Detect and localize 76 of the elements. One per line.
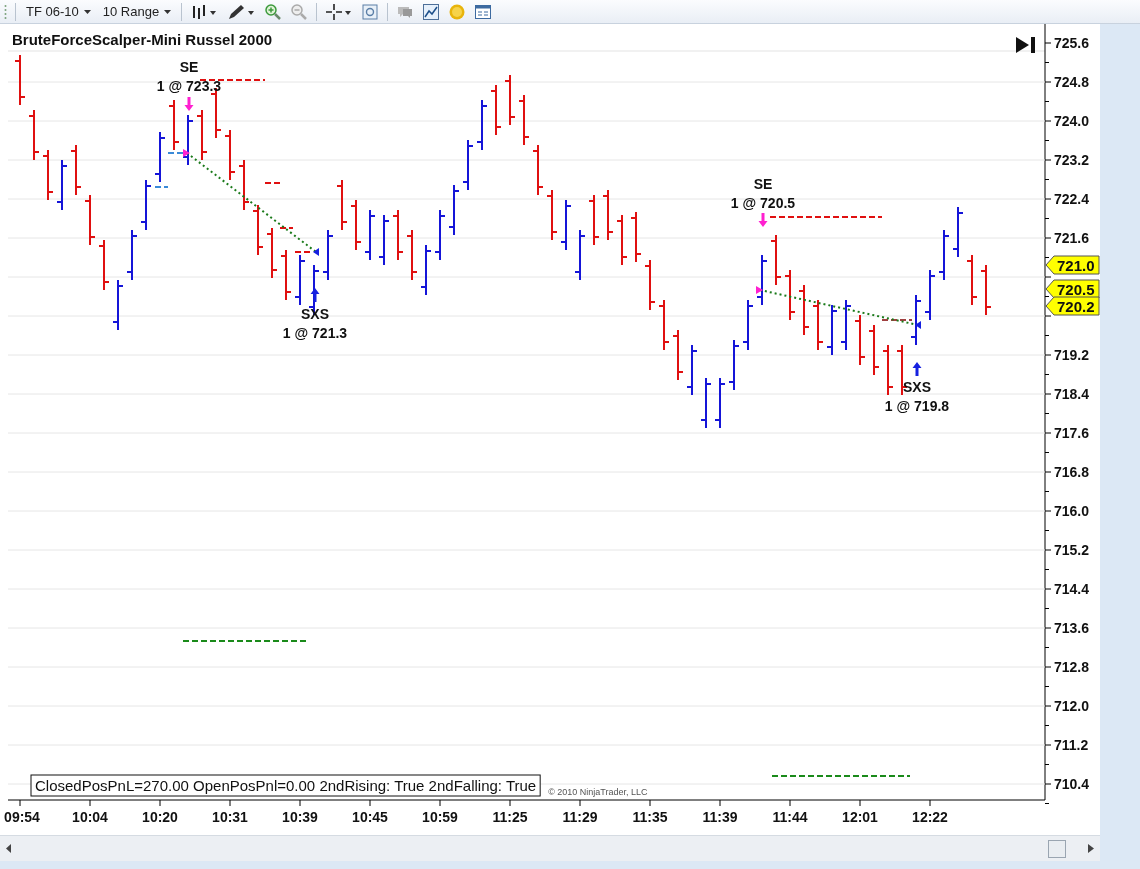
time-axis-label: 09:54 xyxy=(4,809,40,825)
stop-level-line xyxy=(199,79,266,81)
time-axis-label: 11:25 xyxy=(492,809,528,825)
time-axis-label: 11:44 xyxy=(772,809,808,825)
zoom-in-icon[interactable] xyxy=(264,3,283,20)
time-axis-label: 12:22 xyxy=(912,809,948,825)
exit-marker-icon xyxy=(915,321,921,329)
scroll-to-end-icon[interactable] xyxy=(1016,37,1035,53)
trade-fill-text: 1 @ 719.8 xyxy=(884,398,950,414)
grip-icon xyxy=(4,3,7,20)
status-text: ClosedPosPnL=270.00 OpenPosPnl=0.00 2ndRising: True 2ndFalling: True xyxy=(30,774,541,797)
price-axis-label: 723.2 xyxy=(1054,152,1090,168)
stop-level-line xyxy=(264,182,282,184)
data-box-icon[interactable] xyxy=(474,3,493,20)
copyright-text: © 2010 NinjaTrader, LLC xyxy=(548,787,648,797)
price-axis-label: 716.8 xyxy=(1054,464,1090,480)
price-axis-label: 716.0 xyxy=(1054,503,1090,519)
price-axis-label: 725.6 xyxy=(1054,35,1090,51)
bar-style-button[interactable] xyxy=(190,3,219,20)
price-tag: 721.0 xyxy=(1045,255,1100,275)
price-axis-label: 711.2 xyxy=(1054,737,1089,753)
instrument-dropdown[interactable]: TF 06-10 xyxy=(24,1,93,22)
price-axis-label: 715.2 xyxy=(1054,542,1090,558)
crosshair-button[interactable] xyxy=(325,3,354,20)
time-axis-label: 10:31 xyxy=(212,809,248,825)
time-axis-label: 12:01 xyxy=(842,809,878,825)
trade-fill-text: 1 @ 721.3 xyxy=(282,325,348,341)
time-axis-label: 10:04 xyxy=(72,809,108,825)
up-arrow-icon xyxy=(912,362,922,376)
price-axis-label: 710.4 xyxy=(1054,776,1090,792)
stop-level-line xyxy=(881,319,913,321)
time-axis-label: 10:45 xyxy=(352,809,388,825)
price-axis-label: 722.4 xyxy=(1054,191,1090,207)
time-axis-label: 10:20 xyxy=(142,809,178,825)
time-axis-label: 10:59 xyxy=(422,809,458,825)
entry-marker-icon xyxy=(756,286,763,294)
time-axis-label: 11:35 xyxy=(632,809,668,825)
price-axis-label: 719.2 xyxy=(1054,347,1090,363)
properties-icon[interactable] xyxy=(361,3,380,20)
exit-marker-icon xyxy=(313,248,319,256)
time-axis-label: 11:39 xyxy=(702,809,738,825)
up-arrow-icon xyxy=(310,288,320,302)
price-axis-label: 724.0 xyxy=(1054,113,1090,129)
price-tag: 720.2 xyxy=(1045,296,1100,316)
entry-level-line xyxy=(167,152,184,154)
price-axis-label: 712.8 xyxy=(1054,659,1090,675)
left-arrow-icon xyxy=(6,844,12,853)
trade-label: SXS xyxy=(301,306,329,322)
time-axis-label: 10:39 xyxy=(282,809,318,825)
stop-level-line xyxy=(279,227,294,229)
entry-marker-icon xyxy=(183,149,190,157)
period-dropdown[interactable]: 10 Range xyxy=(100,1,174,22)
price-axis-label: 717.6 xyxy=(1054,425,1090,441)
stop-level-line xyxy=(294,251,311,253)
entry-level-line xyxy=(154,186,169,188)
down-arrow-icon xyxy=(184,97,194,111)
trade-fill-text: 1 @ 723.3 xyxy=(156,78,222,94)
time-axis-label: 11:29 xyxy=(562,809,598,825)
chart-title: BruteForceScalper-Mini Russel 2000 xyxy=(12,31,273,48)
chart-icon[interactable] xyxy=(422,3,441,20)
price-axis-label: 713.6 xyxy=(1054,620,1090,636)
scrollbar-thumb[interactable] xyxy=(1048,839,1066,858)
price-axis-label: 721.6 xyxy=(1054,230,1090,246)
drawing-tool-button[interactable] xyxy=(226,3,257,20)
price-axis-label: 714.4 xyxy=(1054,581,1090,597)
trade-label: SE xyxy=(179,59,199,75)
trade-label: SE xyxy=(753,176,773,192)
down-arrow-icon xyxy=(758,213,768,227)
price-axis-label: 724.8 xyxy=(1054,74,1090,90)
trade-label: SXS xyxy=(903,379,931,395)
price-axis-label: 718.4 xyxy=(1054,386,1090,402)
caret-icon xyxy=(164,9,172,14)
right-arrow-icon xyxy=(1088,844,1094,853)
trade-fill-text: 1 @ 720.5 xyxy=(730,195,796,211)
price-axis-label: 712.0 xyxy=(1054,698,1090,714)
caret-icon xyxy=(83,9,91,14)
